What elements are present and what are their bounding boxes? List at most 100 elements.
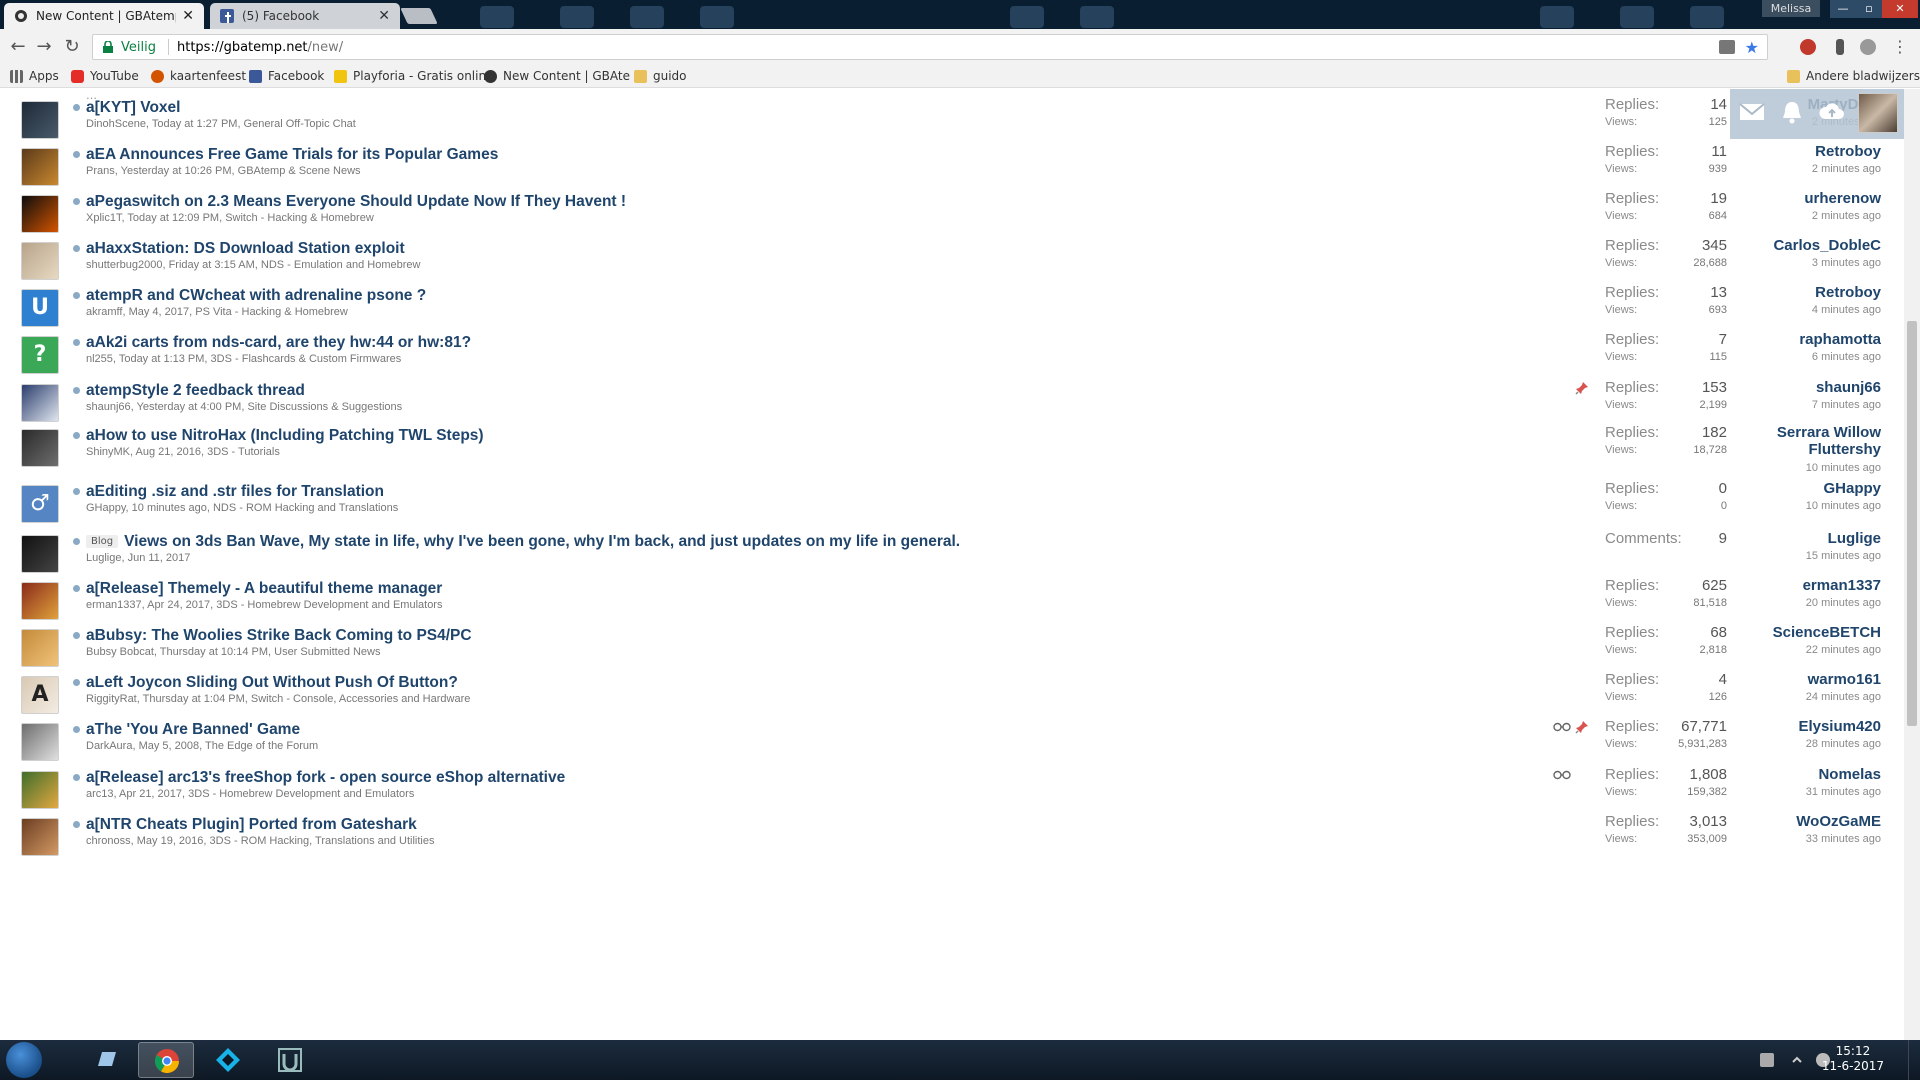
bookmark-kaartenfeest[interactable]: kaartenfeest bbox=[151, 69, 246, 83]
new-tab-button[interactable] bbox=[400, 8, 438, 24]
tray-icon[interactable] bbox=[1760, 1053, 1774, 1067]
user-avatar[interactable] bbox=[1858, 93, 1898, 133]
unread-bullet-icon bbox=[73, 821, 80, 828]
thread-title-link[interactable]: aHow to use NitroHax (Including Patching… bbox=[86, 427, 484, 444]
last-poster-link[interactable]: Retroboy bbox=[1815, 143, 1881, 160]
tab-facebook[interactable]: (5) Facebook ✕ bbox=[210, 3, 400, 29]
extension-icon[interactable] bbox=[1860, 39, 1876, 55]
taskbar-chrome[interactable] bbox=[138, 1042, 194, 1078]
last-poster-link[interactable]: Elysium420 bbox=[1798, 718, 1881, 735]
thread-avatar[interactable] bbox=[21, 195, 59, 233]
close-window-icon[interactable]: ✕ bbox=[1882, 0, 1918, 18]
minimize-icon[interactable]: — bbox=[1830, 0, 1856, 18]
thread-title-link[interactable]: aHaxxStation: DS Download Station exploi… bbox=[86, 240, 405, 257]
thread-title-link[interactable]: a[NTR Cheats Plugin] Ported from Gatesha… bbox=[86, 816, 417, 833]
bookmark-youtube[interactable]: YouTube bbox=[71, 69, 139, 83]
extension-icon[interactable] bbox=[1836, 39, 1844, 55]
thread-title-link[interactable]: aBubsy: The Woolies Strike Back Coming t… bbox=[86, 627, 472, 644]
thread-title-link[interactable]: atempR and CWcheat with adrenaline psone… bbox=[86, 287, 426, 304]
tab-gbatemp[interactable]: New Content | GBAtemp ✕ bbox=[4, 3, 204, 29]
last-poster-link[interactable]: warmo161 bbox=[1808, 671, 1881, 688]
last-poster-link[interactable]: Retroboy bbox=[1815, 284, 1881, 301]
thread-avatar[interactable] bbox=[21, 771, 59, 809]
thread-title-link[interactable]: aEA Announces Free Game Trials for its P… bbox=[86, 146, 498, 163]
thread-avatar[interactable]: ♂ bbox=[21, 485, 59, 523]
bookmark-playforia[interactable]: Playforia - Gratis onlin bbox=[334, 69, 486, 83]
thread-avatar[interactable] bbox=[21, 723, 59, 761]
browser-menu-icon[interactable]: ⋮ bbox=[1892, 37, 1908, 56]
thread-title-link[interactable]: aPegaswitch on 2.3 Means Everyone Should… bbox=[86, 193, 626, 210]
translate-icon[interactable] bbox=[1718, 40, 1735, 54]
close-tab-icon[interactable]: ✕ bbox=[182, 8, 194, 24]
thread-avatar[interactable] bbox=[21, 582, 59, 620]
view-count: 81,518 bbox=[1693, 597, 1727, 609]
other-bookmarks[interactable]: Andere bladwijzers bbox=[1787, 69, 1920, 83]
show-desktop-button[interactable] bbox=[1908, 1040, 1920, 1080]
thread-title-link[interactable]: a[KYT] Voxel bbox=[86, 99, 180, 116]
taskbar-kodi[interactable] bbox=[200, 1042, 256, 1078]
url-text[interactable]: https://gbatemp.net/new/ bbox=[177, 40, 1719, 55]
bookmark-star-icon[interactable]: ★ bbox=[1745, 38, 1759, 57]
bookmark-apps[interactable]: Apps bbox=[10, 69, 59, 83]
mail-icon[interactable] bbox=[1738, 99, 1766, 125]
thread-title-link[interactable]: aEditing .siz and .str files for Transla… bbox=[86, 483, 384, 500]
thread-avatar[interactable]: A bbox=[21, 676, 59, 714]
thread-avatar[interactable] bbox=[21, 384, 59, 422]
bookmark-facebook[interactable]: Facebook bbox=[249, 69, 324, 83]
thread-prefix-badge[interactable]: Blog bbox=[86, 535, 119, 548]
taskbar-unreal[interactable] bbox=[262, 1042, 318, 1078]
bookmark-gbatemp[interactable]: New Content | GBAte bbox=[484, 69, 630, 83]
unread-bullet-icon bbox=[73, 726, 80, 733]
last-poster-link[interactable]: raphamotta bbox=[1799, 331, 1881, 348]
last-poster-link[interactable]: WoOzGaME bbox=[1796, 813, 1881, 830]
thread-avatar[interactable] bbox=[21, 148, 59, 186]
thread-avatar[interactable] bbox=[21, 818, 59, 856]
reply-count: 14 bbox=[1710, 96, 1727, 113]
thread-title-link[interactable]: Views on 3ds Ban Wave, My state in life,… bbox=[124, 533, 960, 550]
last-poster-link[interactable]: urherenow bbox=[1804, 190, 1881, 207]
scrollbar[interactable] bbox=[1904, 89, 1920, 1040]
thread-avatar[interactable] bbox=[21, 429, 59, 467]
thread-avatar[interactable] bbox=[21, 101, 59, 139]
scrollbar-thumb[interactable] bbox=[1907, 321, 1917, 726]
thread-avatar[interactable] bbox=[21, 629, 59, 667]
thread-title-link[interactable]: a[Release] Themely - A beautiful theme m… bbox=[86, 580, 442, 597]
back-arrow-icon[interactable]: ← bbox=[8, 37, 28, 57]
tray-expand-icon[interactable] bbox=[1790, 1053, 1804, 1067]
thread-meta: DarkAura, May 5, 2008, The Edge of the F… bbox=[86, 740, 319, 752]
thread-meta: akramff, May 4, 2017, PS Vita - Hacking … bbox=[86, 306, 348, 318]
forward-arrow-icon[interactable]: → bbox=[34, 37, 54, 57]
last-poster-link[interactable]: Carlos_DobleC bbox=[1773, 237, 1881, 254]
thread-title-link[interactable]: a[Release] arc13's freeShop fork - open … bbox=[86, 769, 565, 786]
bookmark-guido[interactable]: guido bbox=[634, 69, 687, 83]
last-poster-link[interactable]: Serrara Willow Fluttershy bbox=[1777, 424, 1881, 458]
last-poster-link[interactable]: Luglige bbox=[1828, 530, 1881, 547]
thread-title-link[interactable]: aAk2i carts from nds-card, are they hw:4… bbox=[86, 334, 471, 351]
bell-icon[interactable] bbox=[1778, 99, 1806, 125]
thread-avatar[interactable]: ? bbox=[21, 336, 59, 374]
upload-cloud-icon[interactable] bbox=[1818, 99, 1846, 125]
taskbar-clock[interactable]: 15:12 11-6-2017 bbox=[1822, 1044, 1884, 1074]
unread-bullet-icon bbox=[73, 245, 80, 252]
thread-avatar[interactable]: U bbox=[21, 289, 59, 327]
window-user-badge[interactable]: Melissa bbox=[1762, 0, 1820, 17]
adblock-extension-icon[interactable] bbox=[1800, 39, 1816, 55]
thread-avatar[interactable] bbox=[21, 242, 59, 280]
last-poster-link[interactable]: ScienceBETCH bbox=[1773, 624, 1881, 641]
taskbar-explorer[interactable] bbox=[78, 1042, 134, 1078]
last-poster-link[interactable]: shaunj66 bbox=[1816, 379, 1881, 396]
thread-title-link[interactable]: atempStyle 2 feedback thread bbox=[86, 382, 305, 399]
thread-meta: shaunj66, Yesterday at 4:00 PM, Site Dis… bbox=[86, 401, 403, 413]
thread-title-link[interactable]: aLeft Joycon Sliding Out Without Push Of… bbox=[86, 674, 458, 691]
reload-icon[interactable]: ↻ bbox=[62, 37, 82, 57]
maximize-icon[interactable]: ▫ bbox=[1856, 0, 1882, 18]
thread-title-link[interactable]: aThe 'You Are Banned' Game bbox=[86, 721, 300, 738]
start-button[interactable] bbox=[6, 1042, 42, 1078]
address-bar[interactable]: Veilig https://gbatemp.net/new/ ★ bbox=[92, 34, 1768, 60]
close-tab-icon[interactable]: ✕ bbox=[378, 8, 390, 24]
last-poster-link[interactable]: GHappy bbox=[1823, 480, 1881, 497]
last-poster-link[interactable]: erman1337 bbox=[1803, 577, 1881, 594]
thread-avatar[interactable] bbox=[21, 535, 59, 573]
thread-meta: ShinyMK, Aug 21, 2016, 3DS - Tutorials bbox=[86, 446, 280, 458]
last-poster-link[interactable]: Nomelas bbox=[1818, 766, 1881, 783]
